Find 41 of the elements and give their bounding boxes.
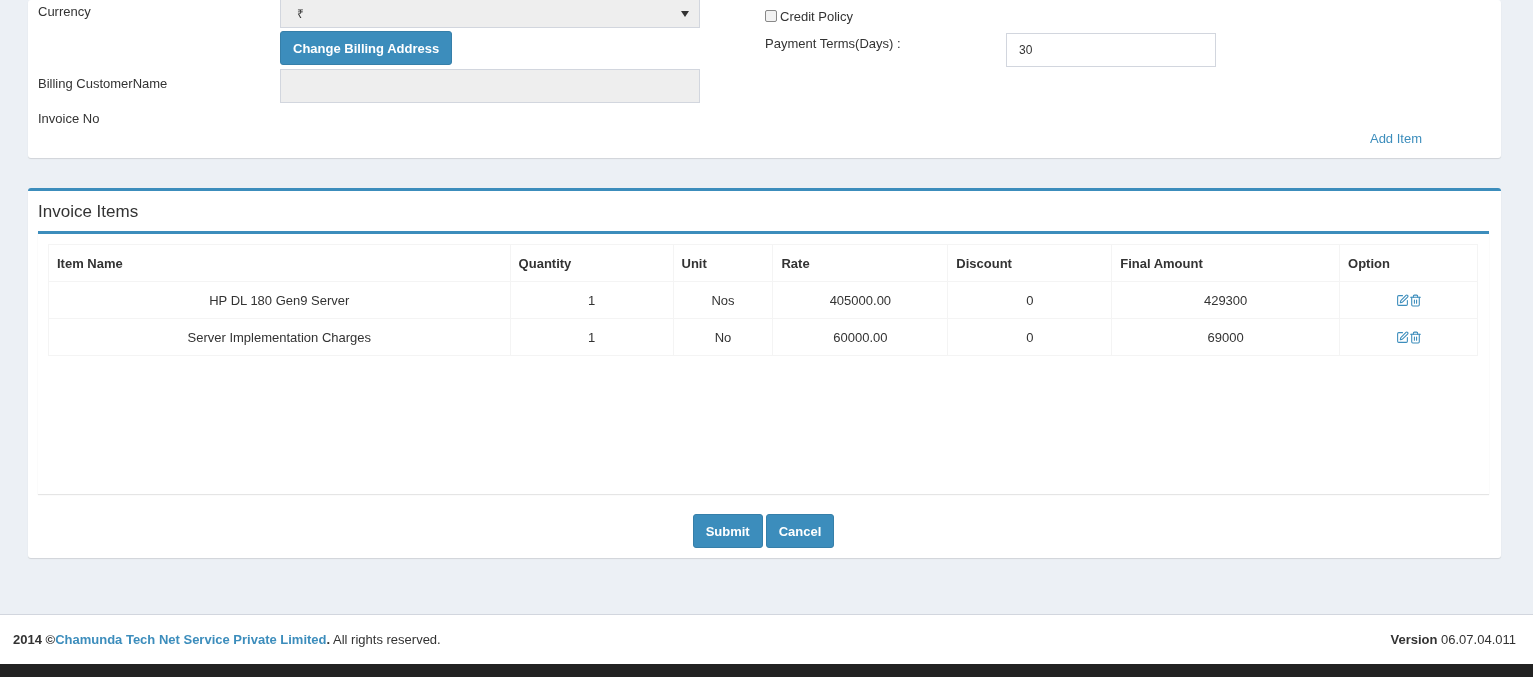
column-header: Option (1339, 244, 1478, 282)
field-label: Payment Terms(Days) : (765, 35, 902, 53)
table-cell: 429300 (1111, 281, 1340, 319)
section-title: Invoice Items (38, 201, 140, 223)
checkbox[interactable] (765, 10, 777, 22)
trash-icon[interactable] (1408, 293, 1422, 307)
change-billing-address-button[interactable]: Change Billing Address (280, 31, 453, 65)
trash-icon[interactable] (1408, 330, 1422, 344)
table-cell: No (673, 318, 773, 356)
column-header: Final Amount (1111, 244, 1340, 282)
copyright-text: 2014 ©Chamunda Tech Net Service Private Limited. All rights reserved. (13, 632, 441, 647)
column-header: Discount (947, 244, 1112, 282)
table-cell: 0 (947, 281, 1112, 319)
column-header: Item Name (48, 244, 511, 282)
field-label: Invoice No (38, 110, 101, 126)
table-cell: 1 (510, 281, 673, 319)
table-cell: HP DL 180 Gen9 Server (48, 281, 511, 319)
table-cell: 60000.00 (772, 318, 948, 356)
input-field[interactable]: 30 (1006, 33, 1216, 67)
edit-icon[interactable] (1395, 293, 1409, 307)
cancel-button[interactable]: Cancel (765, 514, 835, 548)
checkbox-label: Credit Policy (780, 8, 853, 24)
column-header: Quantity (510, 244, 673, 282)
add-item-link[interactable]: Add Item (1369, 131, 1422, 146)
field-label: Billing CustomerName (38, 75, 169, 93)
field-label: Currency (38, 3, 92, 21)
version-text: Version 06.07.04.011 (1390, 632, 1516, 647)
table-cell: 0 (947, 318, 1112, 356)
table-cell: Server Implementation Charges (48, 318, 511, 356)
table-cell: 69000 (1111, 318, 1340, 356)
input-field[interactable] (280, 69, 700, 103)
table-cell: Nos (673, 281, 773, 319)
edit-icon[interactable] (1395, 330, 1409, 344)
caret-icon (681, 10, 689, 17)
column-header: Rate (772, 244, 948, 282)
company-link[interactable]: Chamunda Tech Net Service Private Limited (55, 632, 327, 647)
table-cell: 405000.00 (772, 281, 948, 319)
table-cell: 1 (510, 318, 673, 356)
currency-select[interactable]: ₹ (280, 0, 700, 28)
column-header: Unit (673, 244, 773, 282)
submit-button[interactable]: Submit (692, 514, 763, 548)
